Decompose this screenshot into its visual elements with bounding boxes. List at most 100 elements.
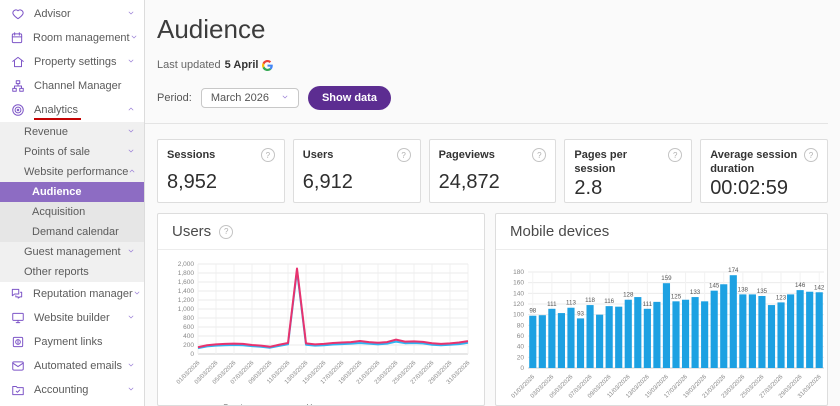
help-icon[interactable]: ? [219, 225, 233, 239]
sidebar-item-accounting[interactable]: Accounting [0, 378, 144, 402]
bar-12/03/2026 [634, 297, 641, 368]
payment-icon [10, 335, 25, 350]
chevron-down-icon [127, 246, 135, 258]
sidebar-item-advisor[interactable]: Advisor [0, 2, 144, 26]
svg-text:159: 159 [661, 275, 672, 282]
svg-text:400: 400 [183, 333, 194, 340]
chevron-down-icon [130, 32, 138, 44]
svg-text:93: 93 [577, 310, 584, 317]
bar-03/03/2026 [548, 309, 555, 368]
help-icon[interactable]: ? [668, 148, 682, 162]
sidebar-item-analytics[interactable]: Analytics [0, 98, 144, 122]
period-select[interactable]: March 2026 [201, 88, 299, 108]
sidebar-item-guest-management[interactable]: Guest management [0, 242, 144, 262]
bar-19/03/2026 [701, 301, 708, 368]
sidebar-item-revenue[interactable]: Revenue [0, 122, 144, 142]
sidebar-item-label: Website performance [24, 166, 128, 178]
sidebar-item-website-builder[interactable]: Website builder [0, 306, 144, 330]
bar-27/03/2026 [777, 302, 784, 368]
svg-text:800: 800 [183, 315, 194, 322]
help-icon[interactable]: ? [261, 148, 275, 162]
sidebar-item-other-reports[interactable]: Other reports [0, 262, 144, 282]
sidebar-item-channel-manager[interactable]: Channel Manager [0, 74, 144, 98]
svg-text:40: 40 [517, 344, 525, 351]
svg-text:1,600: 1,600 [178, 279, 195, 286]
sidebar-item-audience[interactable]: Audience [0, 182, 144, 202]
period-label: Period: [157, 92, 192, 104]
svg-text:0: 0 [520, 365, 524, 372]
bar-25/03/2026 [758, 296, 765, 368]
svg-text:145: 145 [709, 283, 720, 290]
sidebar-item-points-of-sale[interactable]: Points of sale [0, 142, 144, 162]
chevron-down-icon [127, 384, 135, 396]
svg-text:113: 113 [566, 300, 576, 307]
bar-01/03/2026 [529, 316, 536, 368]
kpi-value: 8,952 [167, 171, 275, 194]
sidebar-item-room-management[interactable]: Room management [0, 26, 144, 50]
help-icon[interactable]: ? [804, 148, 818, 162]
sidebar-item-label: Audience [32, 186, 135, 198]
sidebar-item-property-settings[interactable]: Property settings [0, 50, 144, 74]
sidebar-item-label: Accounting [34, 384, 127, 396]
sidebar-item-label: Payment links [34, 336, 135, 348]
show-data-button[interactable]: Show data [308, 86, 391, 110]
sidebar-item-website-performance[interactable]: Website performance [0, 162, 144, 182]
sidebar-item-payment-links[interactable]: Payment links [0, 330, 144, 354]
sidebar-item-label: Channel Manager [34, 80, 135, 92]
bar-26/03/2026 [768, 305, 775, 368]
kpi-value: 00:02:59 [710, 177, 818, 200]
sidebar-item-demand-calendar[interactable]: Demand calendar [0, 222, 144, 242]
kpi-card-sessions: Sessions? 8,952 [157, 139, 285, 203]
kpi-card-users: Users? 6,912 [293, 139, 421, 203]
bar-05/03/2026 [567, 308, 574, 368]
advisor-icon [10, 7, 25, 22]
target-icon [10, 103, 25, 118]
main-content: Audience Last updated 5 April Period: Ma… [145, 0, 840, 406]
svg-text:111: 111 [547, 301, 557, 308]
svg-text:20: 20 [517, 354, 525, 361]
mobile-devices-chart-card: Mobile devices 0204060801001201401601809… [495, 213, 828, 406]
bar-20/03/2026 [711, 291, 718, 368]
svg-text:146: 146 [795, 282, 806, 289]
bar-24/03/2026 [749, 294, 756, 368]
sidebar-item-label: Other reports [24, 266, 135, 278]
svg-text:111: 111 [643, 301, 653, 308]
bar-22/03/2026 [730, 275, 737, 368]
chevron-down-icon [127, 56, 135, 68]
help-icon[interactable]: ? [397, 148, 411, 162]
svg-text:135: 135 [757, 288, 768, 295]
mail-icon [10, 359, 25, 374]
sidebar-item-label: Property settings [34, 56, 127, 68]
sidebar-item-automated-emails[interactable]: Automated emails [0, 354, 144, 378]
bar-14/03/2026 [653, 302, 660, 368]
kpi-value: 6,912 [303, 171, 411, 194]
svg-text:98: 98 [529, 308, 536, 315]
bar-30/03/2026 [806, 292, 813, 368]
bar-31/03/2026 [816, 292, 823, 368]
svg-text:174: 174 [728, 267, 739, 274]
google-icon [262, 60, 273, 71]
svg-text:1,400: 1,400 [178, 288, 195, 295]
sidebar-item-label: Automated emails [34, 360, 127, 372]
sidebar-item-label: Demand calendar [32, 226, 135, 238]
kpi-label: Sessions [167, 148, 215, 162]
sidebar-item-label: Reputation manager [33, 288, 133, 300]
svg-text:120: 120 [513, 301, 524, 308]
chevron-up-icon [128, 166, 136, 178]
mobile-devices-bar-chart: 0204060801001201401601809811111393118116… [500, 256, 828, 406]
users-chart-card: Users ? 02004006008001,0001,2001,4001,60… [157, 213, 485, 406]
kpi-value: 24,872 [439, 171, 547, 194]
sidebar-item-acquisition[interactable]: Acquisition [0, 202, 144, 222]
bar-21/03/2026 [720, 284, 727, 368]
svg-text:1,000: 1,000 [178, 306, 195, 313]
kpi-label: Average session duration [710, 148, 800, 177]
svg-text:200: 200 [183, 342, 194, 349]
svg-text:128: 128 [623, 292, 634, 299]
sidebar-item-reputation-manager[interactable]: Reputation manager [0, 282, 144, 306]
chevron-up-icon [127, 104, 135, 116]
bar-28/03/2026 [787, 294, 794, 368]
svg-text:160: 160 [513, 280, 524, 287]
svg-text:600: 600 [183, 324, 194, 331]
help-icon[interactable]: ? [532, 148, 546, 162]
kpi-label: Users [303, 148, 334, 162]
